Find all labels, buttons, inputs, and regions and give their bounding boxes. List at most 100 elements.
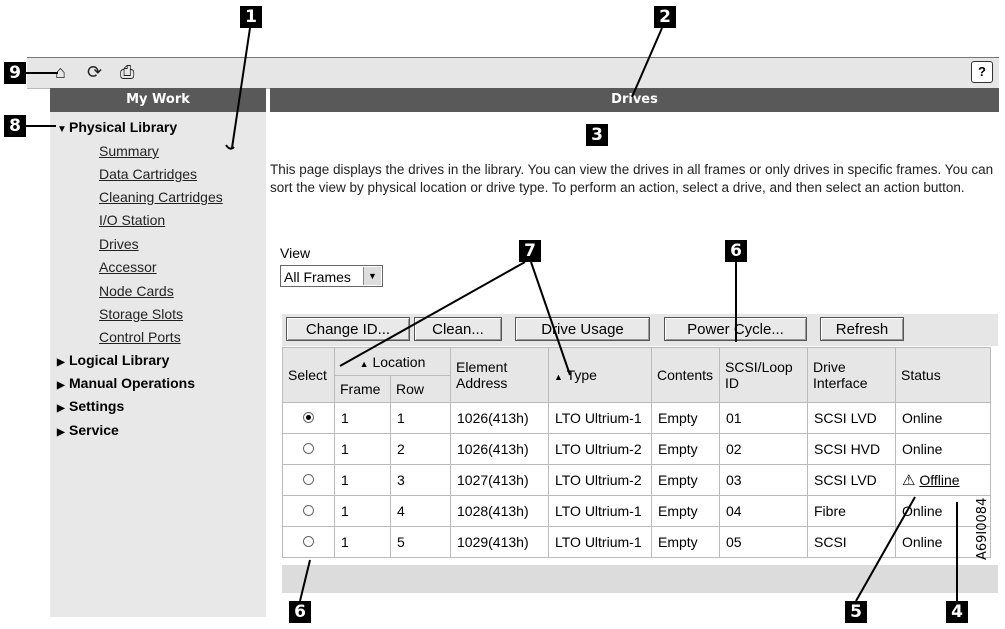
cell-type: LTO Ultrium-2 <box>548 464 652 496</box>
callout-7: 7 <box>519 240 541 262</box>
callout-6-bottom: 6 <box>289 601 311 623</box>
callout-2: 2 <box>654 6 676 28</box>
cell-iface: SCSI LVD <box>807 402 896 434</box>
sidebar-section-settings[interactable]: ▶ Settings <box>57 398 124 414</box>
cell-scsi: 04 <box>719 495 808 527</box>
cell-element: 1029(413h) <box>450 526 549 558</box>
drives-table: Select ▲ Location Element Address ▲ Type… <box>282 347 991 558</box>
sidebar-item-node-cards[interactable]: Node Cards <box>99 283 174 299</box>
sidebar-item-cleaning-cartridges[interactable]: Cleaning Cartridges <box>99 189 223 205</box>
table-row[interactable]: 1 4 1028(413h) LTO Ultrium-1 Empty 04 Fibre Onl… <box>282 495 991 527</box>
view-select-value: All Frames <box>284 269 351 285</box>
cell-contents: Empty <box>651 402 720 434</box>
cell-row: 3 <box>390 464 451 496</box>
cell-type: LTO Ultrium-1 <box>548 402 652 434</box>
column-header-select: Select <box>282 347 335 403</box>
column-header-drive-interface: Drive Interface <box>807 347 896 403</box>
callout-6-top: 6 <box>725 240 747 262</box>
sidebar-title: My Work <box>50 88 266 112</box>
sidebar-item-summary[interactable]: Summary <box>99 143 159 159</box>
column-header-location[interactable]: ▲ Location <box>334 347 451 376</box>
cell-element: 1026(413h) <box>450 402 549 434</box>
chevron-right-icon: ▶ <box>57 403 65 414</box>
select-cell <box>282 402 335 434</box>
table-footer <box>282 565 998 593</box>
select-cell <box>282 433 335 465</box>
select-cell <box>282 464 335 496</box>
column-header-element-address: Element Address <box>450 347 549 403</box>
sidebar-item-storage-slots[interactable]: Storage Slots <box>99 306 183 322</box>
select-radio[interactable] <box>303 443 314 454</box>
select-radio[interactable] <box>303 474 314 485</box>
power-cycle-button[interactable]: Power Cycle... <box>664 317 807 341</box>
view-label: View <box>280 245 311 261</box>
sidebar-section-physical-library[interactable]: ▼ Physical Library <box>57 119 177 135</box>
table-row[interactable]: 1 5 1029(413h) LTO Ultrium-1 Empty 05 SCSI Onli… <box>282 526 991 558</box>
cell-status[interactable]: ⚠ Offline <box>895 464 991 496</box>
table-row[interactable]: 1 2 1026(413h) LTO Ultrium-2 Empty 02 SCSI HVD… <box>282 433 991 465</box>
sidebar-item-accessor[interactable]: Accessor <box>99 259 157 275</box>
cell-frame: 1 <box>334 464 391 496</box>
cell-frame: 1 <box>334 402 391 434</box>
toolbar: ⌂ ⟳ ⎙ ? <box>27 57 999 89</box>
cell-contents: Empty <box>651 495 720 527</box>
cell-scsi: 03 <box>719 464 808 496</box>
cell-type: LTO Ultrium-2 <box>548 433 652 465</box>
help-icon[interactable]: ? <box>971 61 993 83</box>
cell-frame: 1 <box>334 433 391 465</box>
page-title: Drives <box>270 88 999 112</box>
cell-contents: Empty <box>651 464 720 496</box>
print-icon[interactable]: ⎙ <box>120 61 134 83</box>
cell-element: 1027(413h) <box>450 464 549 496</box>
cell-iface: SCSI HVD <box>807 433 896 465</box>
sidebar-item-drives[interactable]: Drives <box>99 236 139 252</box>
callout-3: 3 <box>586 124 608 146</box>
refresh-icon[interactable]: ⟳ <box>87 61 102 83</box>
drive-usage-button[interactable]: Drive Usage <box>515 317 650 341</box>
select-cell <box>282 526 335 558</box>
chevron-right-icon: ▶ <box>57 357 65 368</box>
chevron-down-icon[interactable]: ▼ <box>363 267 381 285</box>
table-row[interactable]: 1 1 1026(413h) LTO Ultrium-1 Empty 01 SCSI LVD… <box>282 402 991 434</box>
refresh-button[interactable]: Refresh <box>820 317 904 341</box>
select-radio[interactable] <box>303 412 314 423</box>
cell-type: LTO Ultrium-1 <box>548 526 652 558</box>
status-offline-link[interactable]: Offline <box>919 472 959 488</box>
sidebar-item-control-ports[interactable]: Control Ports <box>99 329 181 345</box>
cell-scsi: 02 <box>719 433 808 465</box>
sidebar-section-logical-library[interactable]: ▶ Logical Library <box>57 352 169 368</box>
home-icon[interactable]: ⌂ <box>55 61 66 83</box>
change-id-button[interactable]: Change ID... <box>286 317 410 341</box>
cell-element: 1026(413h) <box>450 433 549 465</box>
warning-icon: ⚠ <box>902 472 916 489</box>
cell-row: 4 <box>390 495 451 527</box>
sidebar-section-manual-operations[interactable]: ▶ Manual Operations <box>57 375 195 391</box>
clean-button[interactable]: Clean... <box>414 317 502 341</box>
cell-contents: Empty <box>651 433 720 465</box>
select-radio[interactable] <box>303 505 314 516</box>
cell-contents: Empty <box>651 526 720 558</box>
cell-frame: 1 <box>334 495 391 527</box>
callout-9: 9 <box>4 62 26 84</box>
sidebar-item-data-cartridges[interactable]: Data Cartridges <box>99 166 197 182</box>
callout-4: 4 <box>946 601 968 623</box>
column-header-type[interactable]: ▲ Type <box>548 347 652 403</box>
callout-1: 1 <box>240 6 262 28</box>
table-row[interactable]: 1 3 1027(413h) LTO Ultrium-2 Empty 03 SCSI LVD… <box>282 464 991 496</box>
cell-scsi: 01 <box>719 402 808 434</box>
cell-iface: Fibre <box>807 495 896 527</box>
sidebar-section-service[interactable]: ▶ Service <box>57 422 119 438</box>
sidebar-item-io-station[interactable]: I/O Station <box>99 212 165 228</box>
cell-row: 5 <box>390 526 451 558</box>
cell-iface: SCSI <box>807 526 896 558</box>
column-header-scsi-loop-id: SCSI/Loop ID <box>719 347 808 403</box>
chevron-down-icon: ▼ <box>57 124 67 135</box>
figure-id: A69I0084 <box>975 497 990 560</box>
cell-status: Online <box>895 402 991 434</box>
cell-scsi: 05 <box>719 526 808 558</box>
callout-5: 5 <box>845 601 867 623</box>
column-header-status: Status <box>895 347 991 403</box>
select-radio[interactable] <box>303 536 314 547</box>
sort-arrow-icon: ▲ <box>554 372 563 382</box>
view-select[interactable]: All Frames ▼ <box>280 265 383 287</box>
